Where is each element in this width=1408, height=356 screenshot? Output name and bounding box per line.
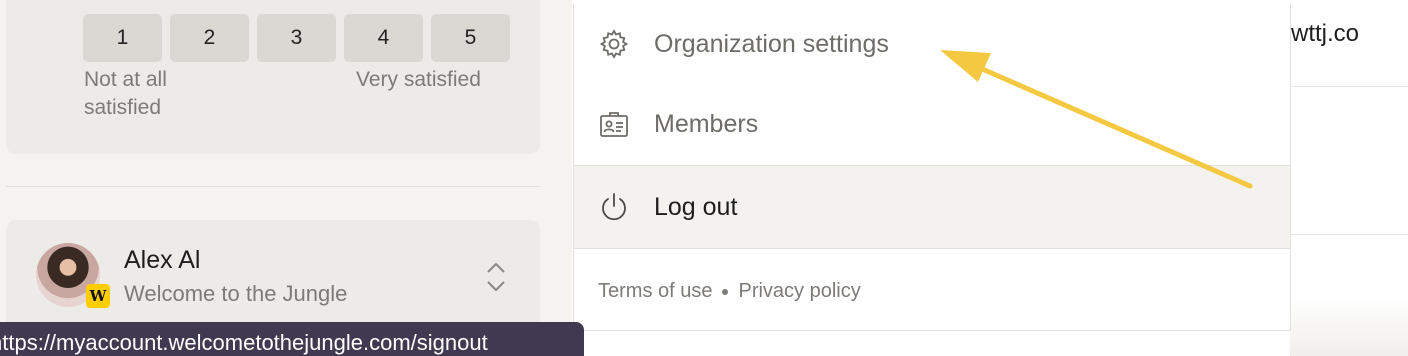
- domain-text: wttj.co: [1291, 20, 1360, 47]
- menu-item-log-out[interactable]: Log out: [574, 165, 1290, 249]
- sidebar-divider: [6, 186, 540, 187]
- chevron-up-down-icon[interactable]: [484, 260, 508, 294]
- organization-logo-badge: W: [86, 284, 110, 308]
- gear-icon: [599, 29, 629, 59]
- power-icon: [602, 193, 626, 221]
- background-fade: [1290, 296, 1408, 356]
- sidebar: 1 2 3 4 5 Not at all satisfied Very sati…: [0, 0, 572, 356]
- id-card-icon: [600, 111, 628, 137]
- rating-option-2[interactable]: 2: [170, 14, 249, 62]
- menu-label-log-out: Log out: [654, 192, 738, 221]
- terms-of-use-link[interactable]: Terms of use: [598, 280, 712, 303]
- menu-item-organization-settings[interactable]: Organization settings: [574, 4, 1290, 84]
- right-divider: [1290, 234, 1408, 235]
- rating-option-1[interactable]: 1: [83, 14, 162, 62]
- organization-name: Welcome to the Jungle: [124, 281, 348, 306]
- rating-high-label: Very satisfied: [356, 68, 481, 91]
- link-status-bar: https://myaccount.welcometothejungle.com…: [0, 322, 584, 356]
- account-dropdown-menu: Organization settings Members Log out Te…: [573, 4, 1291, 331]
- right-divider: [1290, 86, 1408, 87]
- rating-option-4[interactable]: 4: [344, 14, 423, 62]
- rating-option-3[interactable]: 3: [257, 14, 336, 62]
- menu-item-members[interactable]: Members: [574, 84, 1290, 165]
- status-url: https://myaccount.welcometothejungle.com…: [0, 330, 488, 355]
- rating-low-label: Not at all satisfied: [84, 68, 167, 119]
- user-name: Alex Al: [124, 246, 201, 274]
- menu-label-members: Members: [654, 110, 759, 138]
- menu-footer: Terms of use Privacy policy: [598, 280, 861, 303]
- rating-option-5[interactable]: 5: [431, 14, 510, 62]
- menu-label-organization-settings: Organization settings: [654, 29, 889, 58]
- separator-dot: [722, 288, 729, 295]
- rating-scale: 1 2 3 4 5: [83, 14, 510, 62]
- privacy-policy-link[interactable]: Privacy policy: [738, 280, 860, 303]
